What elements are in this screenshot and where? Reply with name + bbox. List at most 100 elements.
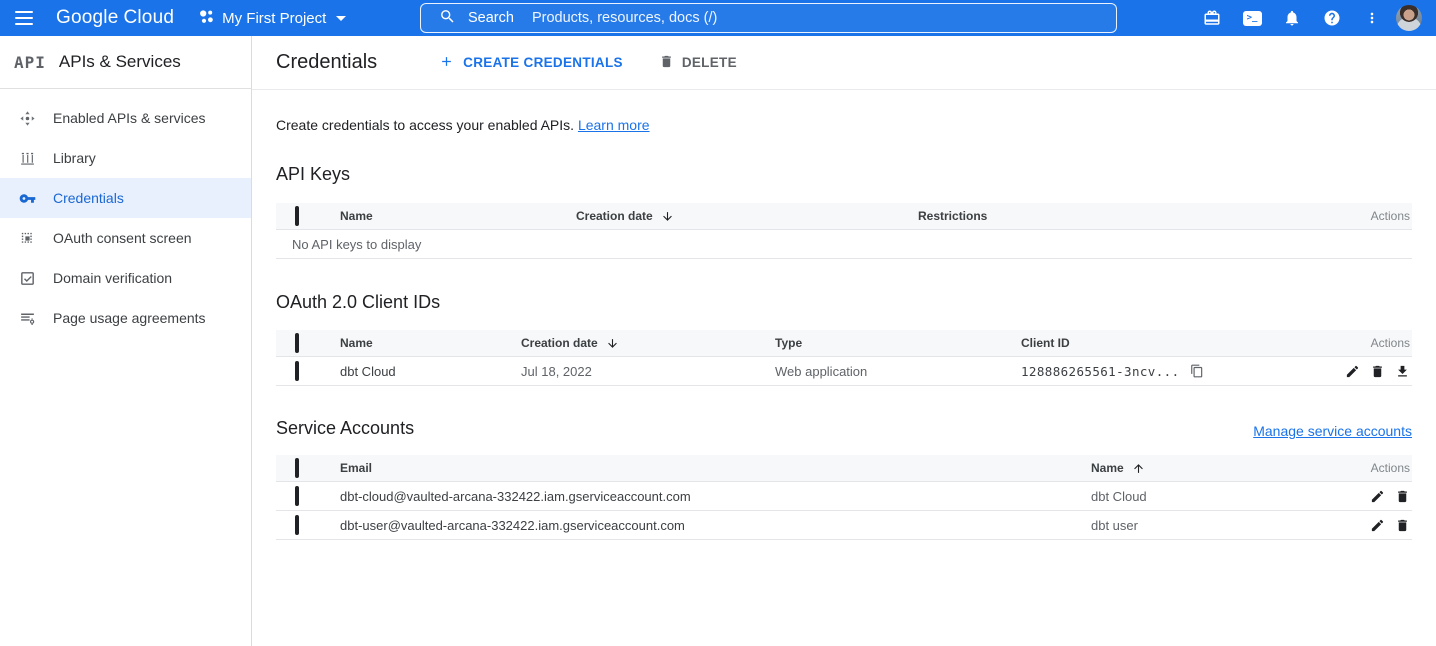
delete-icon[interactable] (1370, 364, 1385, 379)
edit-icon[interactable] (1345, 364, 1360, 379)
search-icon (439, 8, 456, 28)
google-cloud-logo[interactable]: GoogleCloud (56, 7, 174, 29)
oauth-clients-table: Name Creation date Type Client ID Action… (276, 330, 1412, 386)
col-header-type[interactable]: Type (775, 336, 1021, 350)
row-checkbox[interactable] (295, 361, 299, 381)
sidebar-item-label: Enabled APIs & services (53, 110, 206, 126)
gift-icon[interactable] (1192, 0, 1232, 36)
oauth-client-id: 128886265561-3ncv... (1021, 364, 1180, 379)
intro-sentence: Create credentials to access your enable… (276, 117, 574, 133)
col-header-creation-date[interactable]: Creation date (576, 209, 918, 223)
more-vert-icon[interactable] (1352, 0, 1392, 36)
chevron-down-icon (336, 16, 346, 21)
col-header-creation-date[interactable]: Creation date (521, 336, 775, 350)
manage-service-accounts-link[interactable]: Manage service accounts (1253, 423, 1412, 439)
main-body: Create credentials to access your enable… (252, 90, 1436, 540)
sort-up-icon (1132, 462, 1145, 475)
intro-text: Create credentials to access your enable… (276, 117, 1412, 133)
enabled-apis-icon (19, 110, 36, 127)
delete-icon[interactable] (1395, 489, 1410, 504)
service-account-name: dbt Cloud (1091, 489, 1320, 504)
sidebar-item-label: Domain verification (53, 270, 172, 286)
sidebar-item-enabled-apis[interactable]: Enabled APIs & services (0, 98, 251, 138)
service-account-row: dbt-cloud@vaulted-arcana-332422.iam.gser… (276, 482, 1412, 511)
api-logo-icon: API (14, 53, 46, 72)
col-header-actions: Actions (1320, 209, 1412, 223)
col-header-restrictions[interactable]: Restrictions (918, 209, 1320, 223)
service-account-email[interactable]: dbt-user@vaulted-arcana-332422.iam.gserv… (340, 518, 1091, 533)
project-switcher[interactable]: My First Project (198, 8, 346, 28)
service-account-email[interactable]: dbt-cloud@vaulted-arcana-332422.iam.gser… (340, 489, 1091, 504)
oauth-client-row: dbt Cloud Jul 18, 2022 Web application 1… (276, 357, 1412, 386)
col-header-actions: Actions (1320, 461, 1412, 475)
col-header-name[interactable]: Name (1091, 461, 1320, 475)
edit-icon[interactable] (1370, 489, 1385, 504)
empty-message: No API keys to display (276, 237, 421, 252)
notifications-icon[interactable] (1272, 0, 1312, 36)
top-bar: GoogleCloud My First Project Search Prod… (0, 0, 1436, 36)
cloud-shell-icon[interactable]: >_ (1232, 0, 1272, 36)
service-account-name: dbt user (1091, 518, 1320, 533)
sidebar-header: API APIs & Services (0, 36, 251, 89)
select-all-checkbox[interactable] (295, 333, 299, 353)
download-icon[interactable] (1395, 364, 1410, 379)
col-header-name[interactable]: Name (340, 336, 521, 350)
col-header-client-id[interactable]: Client ID (1021, 336, 1300, 350)
main-content: Credentials CREATE CREDENTIALS DELETE Cr… (252, 36, 1436, 646)
page-usage-icon (19, 310, 36, 327)
col-header-name[interactable]: Name (340, 209, 576, 223)
delete-icon[interactable] (1395, 518, 1410, 533)
search-input[interactable]: Search Products, resources, docs (/) (420, 3, 1117, 33)
plus-icon (439, 54, 454, 72)
sidebar-item-label: OAuth consent screen (53, 230, 192, 246)
service-accounts-table: Email Name Actions dbt-cloud@vaulted-arc… (276, 455, 1412, 540)
api-keys-table: Name Creation date Restrictions Actions … (276, 203, 1412, 259)
sidebar: API APIs & Services Enabled APIs & servi… (0, 36, 252, 646)
sidebar-item-page-usage-agreements[interactable]: Page usage agreements (0, 298, 251, 338)
key-icon (19, 190, 36, 207)
section-service-accounts: Service Accounts Manage service accounts… (276, 418, 1412, 540)
sidebar-nav: Enabled APIs & services Library Credenti… (0, 89, 251, 338)
delete-label: DELETE (682, 55, 737, 70)
col-header-actions: Actions (1300, 336, 1412, 350)
row-checkbox[interactable] (295, 486, 299, 506)
api-keys-header-row: Name Creation date Restrictions Actions (276, 203, 1412, 230)
search-label: Search (468, 10, 514, 26)
col-header-email[interactable]: Email (340, 461, 1091, 475)
sidebar-item-library[interactable]: Library (0, 138, 251, 178)
search-placeholder: Products, resources, docs (/) (532, 10, 717, 26)
project-icon (198, 8, 215, 28)
create-credentials-button[interactable]: CREATE CREDENTIALS (439, 54, 623, 72)
section-oauth-clients: OAuth 2.0 Client IDs Name Creation date … (276, 292, 1412, 386)
topbar-actions: >_ (1192, 0, 1430, 36)
logo-google: Google (56, 7, 118, 28)
oauth-clients-title: OAuth 2.0 Client IDs (276, 292, 1412, 313)
section-api-keys: API Keys Name Creation date Restrictions… (276, 164, 1412, 259)
oauth-client-type: Web application (775, 364, 1021, 379)
sidebar-title: APIs & Services (59, 52, 181, 72)
library-icon (19, 150, 36, 167)
row-checkbox[interactable] (295, 515, 299, 535)
help-icon[interactable] (1312, 0, 1352, 36)
create-credentials-label: CREATE CREDENTIALS (463, 55, 623, 70)
edit-icon[interactable] (1370, 518, 1385, 533)
select-all-checkbox[interactable] (295, 206, 299, 226)
oauth-consent-icon (19, 230, 36, 247)
learn-more-link[interactable]: Learn more (578, 117, 650, 133)
trash-icon (659, 54, 674, 72)
sidebar-item-domain-verification[interactable]: Domain verification (0, 258, 251, 298)
copy-icon[interactable] (1190, 364, 1204, 378)
domain-verification-icon (19, 270, 36, 287)
oauth-header-row: Name Creation date Type Client ID Action… (276, 330, 1412, 357)
sort-down-icon (661, 210, 674, 223)
hamburger-menu-icon[interactable] (0, 0, 48, 36)
project-name: My First Project (222, 10, 326, 27)
delete-button[interactable]: DELETE (659, 54, 737, 72)
oauth-client-name[interactable]: dbt Cloud (340, 364, 521, 379)
sidebar-item-credentials[interactable]: Credentials (0, 178, 251, 218)
api-keys-title: API Keys (276, 164, 1412, 185)
sidebar-item-oauth-consent[interactable]: OAuth consent screen (0, 218, 251, 258)
select-all-checkbox[interactable] (295, 458, 299, 478)
service-accounts-header-row: Email Name Actions (276, 455, 1412, 482)
avatar[interactable] (1396, 5, 1422, 31)
